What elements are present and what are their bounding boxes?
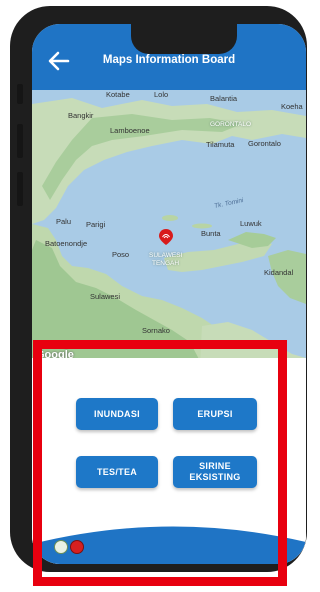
map-label: Lamboenoe — [110, 126, 150, 135]
footer-logos — [54, 540, 84, 554]
logo-icon — [70, 540, 84, 554]
logo-icon — [54, 540, 68, 554]
map-label: Tilamuta — [206, 140, 235, 149]
map-label: Poso — [112, 250, 130, 259]
phone-side-button — [17, 124, 23, 158]
map-label: Kidandal — [264, 268, 294, 277]
phone-side-button — [17, 172, 23, 206]
phone-notch — [131, 24, 237, 54]
map-label: Koeha — [281, 102, 303, 111]
map-label: Sulawesi — [90, 292, 121, 301]
map-label: Palu — [56, 217, 72, 226]
map-label: Luwuk — [240, 219, 262, 228]
map-label: SULAWESI — [149, 252, 183, 259]
phone-frame: Maps Information Board Kotabe Lolo Balan… — [10, 6, 307, 572]
page-title: Maps Information Board — [102, 54, 236, 66]
tes-tea-button[interactable]: TES/TEA — [76, 456, 158, 488]
map-view[interactable]: Kotabe Lolo Balantia Koeha Bangkir Lambo… — [32, 90, 306, 365]
map-label: Kotabe — [106, 90, 130, 99]
menu-panel: INUNDASI ERUPSI TES/TEA SIRINE EKSISTING — [32, 358, 306, 564]
sirine-button-label: EKSISTING — [189, 472, 241, 482]
map-label: Gorontalo — [248, 139, 281, 148]
map-label: Balantia — [210, 94, 238, 103]
map-label: TENGAH — [152, 260, 180, 267]
map-label: Parigi — [86, 220, 106, 229]
app-screen: Maps Information Board Kotabe Lolo Balan… — [32, 24, 306, 564]
inundasi-button[interactable]: INUNDASI — [76, 398, 158, 430]
sirine-eksisting-button[interactable]: SIRINE EKSISTING — [173, 456, 257, 488]
phone-side-button — [17, 84, 23, 104]
map-label: Bunta — [201, 229, 221, 238]
map-label: GORONTALO — [210, 121, 252, 128]
map-label: Sornako — [142, 326, 170, 335]
map-label: Lolo — [154, 90, 169, 99]
location-marker-icon[interactable] — [159, 229, 173, 245]
erupsi-button[interactable]: ERUPSI — [173, 398, 257, 430]
map-label: Batoenondje — [45, 239, 88, 248]
sirine-button-label: SIRINE — [199, 461, 231, 471]
map-label: Bangkir — [68, 111, 94, 120]
map-land — [32, 90, 306, 365]
